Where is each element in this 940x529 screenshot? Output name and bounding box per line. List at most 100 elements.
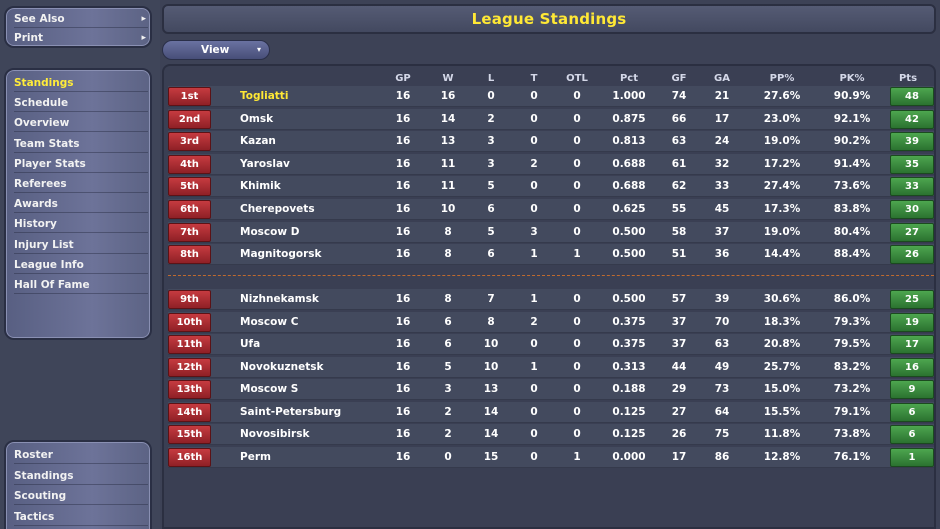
points-badge: 17 [890,335,934,354]
cell-pct: 0.125 [612,405,646,418]
cell-l: 3 [487,135,495,148]
table-row[interactable]: 14th Saint-Petersburg 16 2 14 0 0 0.125 27 64 15.5… [168,401,934,423]
team-name[interactable]: Moscow D [240,222,380,243]
team-name[interactable]: Nizhnekamsk [240,289,380,310]
cell-otl: 0 [573,428,581,440]
sidebar-item-hall-of-fame[interactable]: Hall Of Fame [14,276,148,294]
cell-otl: 0 [573,383,581,395]
cell-pk: 79.1% [833,405,871,418]
cell-t: 0 [530,450,538,463]
sidebar-item-schedule[interactable]: Schedule [14,94,148,113]
cell-pk: 86.0% [833,293,871,305]
cell-ga: 36 [714,248,730,261]
cell-gp: 16 [395,315,411,328]
table-row[interactable]: 5th Khimik 16 11 5 0 0 0.688 62 33 27.4% 73.6% 33 [168,176,934,198]
cell-pct: 0.375 [612,315,646,328]
rank-badge: 10th [168,312,211,332]
table-row[interactable]: 11th Ufa 16 6 10 0 0 0.375 37 63 20.8% 79.5% 17 [168,334,934,355]
table-row[interactable]: 8th Magnitogorsk 16 8 6 1 1 0.500 51 36 14.4% 88.4%… [168,244,934,266]
table-row[interactable]: 3rd Kazan 16 13 3 0 0 0.813 63 24 19.0% 90.2% 39 [168,131,934,153]
table-row[interactable]: 15th Novosibirsk 16 2 14 0 0 0.125 26 75 11.8% 73.8… [168,424,934,445]
cell-w: 0 [444,450,452,463]
team-name[interactable]: Novokuznetsk [240,357,380,378]
print-menu[interactable]: Print ▸ [14,29,148,47]
cell-pp: 19.0% [763,135,801,148]
points-badge: 27 [890,222,934,242]
column-header-pppct[interactable]: PP% [754,72,810,86]
team-name[interactable]: Omsk [240,109,380,130]
rank-badge: 7th [168,222,211,242]
rank-badge: 9th [168,290,211,309]
team-name[interactable]: Magnitogorsk [240,244,380,265]
table-row[interactable]: 4th Yaroslav 16 11 3 2 0 0.688 61 32 17.2% 91.4% 35 [168,153,934,175]
team-name[interactable]: Perm [240,447,380,468]
cell-pct: 0.813 [612,135,646,148]
column-header-t[interactable]: T [519,72,549,86]
cell-pp: 27.6% [763,90,801,102]
sidebar-bottom-item-standings[interactable]: Standings [14,467,148,485]
column-header-pct[interactable]: Pct [604,72,654,86]
column-header-gp[interactable]: GP [388,72,418,86]
table-row[interactable]: 13th Moscow S 16 3 13 0 0 0.188 29 73 15.0% 73.2% 9 [168,379,934,400]
column-header-otl[interactable]: OTL [559,72,595,86]
team-name[interactable]: Kazan [240,131,380,152]
sidebar-bottom-item-tactics[interactable]: Tactics [14,508,148,526]
table-row[interactable]: 1st Togliatti 16 16 0 0 0 1.000 74 21 27.6% 90.9% 48 [168,86,934,107]
team-name[interactable]: Ufa [240,334,380,355]
view-dropdown[interactable]: View ▾ [162,40,270,60]
team-name[interactable]: Moscow C [240,312,380,333]
sidebar-item-player-stats[interactable]: Player Stats [14,155,148,173]
cell-gp: 16 [395,450,411,463]
table-row[interactable]: 6th Cherepovets 16 10 6 0 0 0.625 55 45 17.3% 83.8%… [168,199,934,220]
sidebar-item-injury-list[interactable]: Injury List [14,236,148,254]
column-header-w[interactable]: W [433,72,463,86]
team-name[interactable]: Yaroslav [240,154,380,175]
sidebar-item-league-info[interactable]: League Info [14,256,148,274]
cell-pp: 15.0% [763,383,801,395]
cell-ga: 32 [714,157,730,170]
cell-gf: 26 [671,428,687,440]
table-row[interactable]: 12th Novokuznetsk 16 5 10 1 0 0.313 44 49 25.7% 83.… [168,356,934,378]
cell-w: 5 [444,360,452,373]
cell-w: 6 [444,338,452,350]
cell-t: 0 [530,338,538,350]
team-name[interactable]: Novosibirsk [240,424,380,445]
points-badge: 26 [890,245,934,265]
cell-t: 0 [530,135,538,148]
see-also-menu[interactable]: See Also ▸ [14,10,148,28]
cell-pct: 0.500 [612,248,646,261]
sidebar-bottom-item-roster[interactable]: Roster [14,446,148,464]
team-name[interactable]: Saint-Petersburg [240,402,380,423]
team-name[interactable]: Togliatti [240,86,380,107]
cell-t: 2 [530,315,538,328]
cell-w: 14 [440,112,456,125]
team-name[interactable]: Moscow S [240,379,380,400]
sidebar-item-awards[interactable]: Awards [14,195,148,214]
cell-pk: 80.4% [833,225,871,238]
column-header-pkpct[interactable]: PK% [822,72,882,86]
column-header-gf[interactable]: GF [664,72,694,86]
table-row[interactable]: 10th Moscow C 16 6 8 2 0 0.375 37 70 18.3% 79.3% 19 [168,311,934,333]
rank-badge: 14th [168,402,211,422]
column-header-pts[interactable]: Pts [886,72,930,86]
cell-l: 7 [487,293,495,305]
sidebar-item-standings[interactable]: Standings [14,74,148,92]
sidebar-top-panel: See Also ▸ Print ▸ [4,6,152,48]
table-row[interactable]: 2nd Omsk 16 14 2 0 0 0.875 66 17 23.0% 92.1% 42 [168,108,934,130]
column-header-l[interactable]: L [476,72,506,86]
sidebar-item-referees[interactable]: Referees [14,175,148,193]
sidebar-item-history[interactable]: History [14,215,148,234]
table-row[interactable]: 16th Perm 16 0 15 0 1 0.000 17 86 12.8% 76.1% 1 [168,446,934,468]
points-badge: 6 [890,402,934,422]
team-name[interactable]: Khimik [240,176,380,197]
column-header-ga[interactable]: GA [707,72,737,86]
cell-pk: 91.4% [833,157,871,170]
sidebar-item-team-stats[interactable]: Team Stats [14,135,148,153]
sidebar-item-overview[interactable]: Overview [14,114,148,133]
playoff-divider [168,275,934,276]
team-name[interactable]: Cherepovets [240,199,380,220]
cell-t: 0 [530,383,538,395]
table-row[interactable]: 9th Nizhnekamsk 16 8 7 1 0 0.500 57 39 30.6% 86.0% 2… [168,289,934,310]
table-row[interactable]: 7th Moscow D 16 8 5 3 0 0.500 58 37 19.0% 80.4% 27 [168,221,934,243]
sidebar-bottom-item-scouting[interactable]: Scouting [14,487,148,505]
